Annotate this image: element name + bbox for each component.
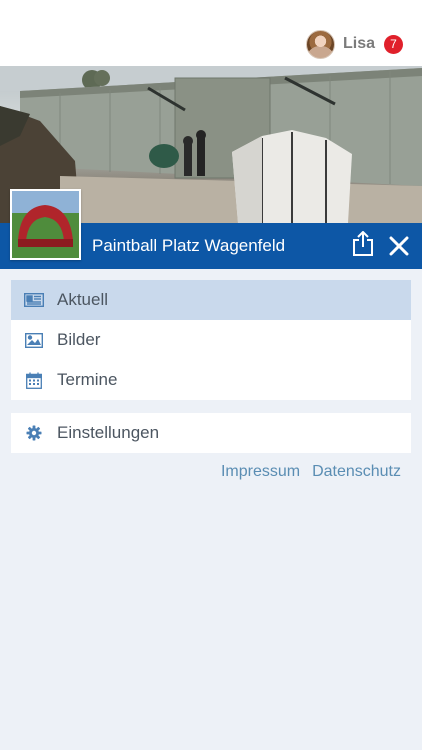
share-button[interactable] <box>351 230 375 257</box>
settings-menu: Einstellungen <box>11 413 411 453</box>
user-profile[interactable]: Lisa 7 <box>305 29 403 59</box>
share-icon <box>353 230 373 256</box>
image-icon <box>24 330 44 350</box>
menu-label-aktuell: Aktuell <box>57 290 109 309</box>
menu-label-termine: Termine <box>57 370 118 389</box>
newspaper-icon <box>24 290 44 310</box>
notification-badge[interactable]: 7 <box>384 34 403 54</box>
menu-label-einstellungen: Einstellungen <box>57 423 160 442</box>
close-icon <box>389 236 409 256</box>
main-menu: Aktuell Bilder Termine <box>11 280 411 400</box>
gear-icon <box>24 423 44 443</box>
user-avatar[interactable] <box>305 29 335 59</box>
calendar-icon <box>24 370 44 390</box>
datenschutz-link[interactable]: Datenschutz <box>312 463 401 481</box>
menu-item-einstellungen[interactable]: Einstellungen <box>11 413 411 453</box>
impressum-link[interactable]: Impressum <box>221 463 300 481</box>
venue-thumbnail[interactable] <box>10 189 81 260</box>
top-bar: Lisa 7 <box>0 0 422 66</box>
venue-title: Paintball Platz Wagenfeld <box>92 236 286 255</box>
menu-label-bilder: Bilder <box>57 330 101 349</box>
footer-links: Impressum Datenschutz <box>221 463 401 481</box>
menu-item-bilder[interactable]: Bilder <box>11 320 411 360</box>
menu-item-termine[interactable]: Termine <box>11 360 411 400</box>
menu-item-aktuell[interactable]: Aktuell <box>11 280 411 320</box>
close-button[interactable] <box>388 235 410 257</box>
user-name[interactable]: Lisa <box>343 35 375 53</box>
